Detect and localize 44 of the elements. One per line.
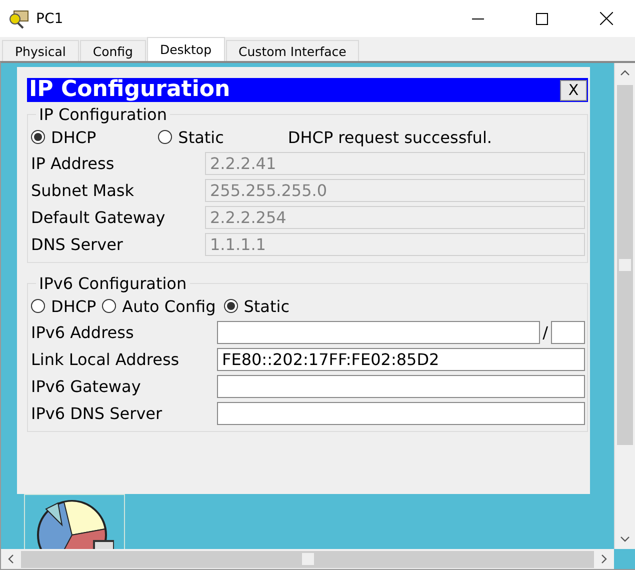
field-label: IPv6 Address [31, 323, 135, 342]
field-label: Default Gateway [31, 208, 166, 227]
window-title: PC1 [36, 10, 64, 26]
radio-option[interactable]: DHCP [31, 296, 96, 316]
radio-indicator[interactable] [31, 130, 45, 144]
close-icon [600, 12, 612, 25]
radio-option[interactable]: Auto Config [102, 296, 216, 316]
radio-option[interactable]: DHCP [31, 128, 96, 146]
tab[interactable]: Custom Interface [226, 40, 360, 61]
group-title: IPv6 Configuration [38, 274, 188, 293]
vertical-scrollbar[interactable] [614, 63, 635, 549]
input-field[interactable] [217, 402, 585, 425]
scroll-thumb[interactable] [21, 550, 594, 568]
input-field[interactable]: FE80::202:17FF:FE02:85D2 [217, 348, 585, 371]
field-label: IPv6 Gateway [31, 377, 142, 396]
close-button[interactable]: X [560, 80, 587, 100]
field-label: Subnet Mask [31, 181, 136, 200]
field-label: IPv6 DNS Server [31, 404, 164, 423]
radio-option[interactable]: Static [158, 128, 224, 146]
field-label: DNS Server [31, 235, 124, 254]
field-label: IP Address [31, 154, 116, 173]
maximize-icon [536, 12, 548, 24]
status-message: DHCP request successful. [288, 128, 492, 146]
chevron-up-icon [620, 68, 630, 78]
group-title: IP Configuration [38, 105, 168, 124]
chevron-right-icon [599, 554, 609, 564]
input-field[interactable] [217, 321, 540, 344]
chevron-down-icon [620, 534, 630, 544]
dialog-title: IP Configuration [29, 78, 230, 102]
separator: / [542, 323, 549, 342]
chevron-left-icon [6, 554, 16, 564]
prefix-field[interactable] [551, 321, 585, 344]
radio-option[interactable]: Static [224, 296, 290, 316]
radio-indicator[interactable] [102, 299, 116, 313]
radio-indicator[interactable] [224, 299, 238, 313]
tab[interactable]: Desktop [146, 37, 225, 61]
input-field[interactable] [217, 375, 585, 398]
tab[interactable]: Config [80, 40, 146, 61]
radio-indicator[interactable] [158, 130, 172, 144]
tab[interactable]: Physical [2, 40, 79, 61]
radio-indicator[interactable] [31, 299, 45, 313]
field-label: Link Local Address [31, 350, 180, 369]
scroll-thumb[interactable] [617, 85, 633, 445]
scrollbar-corner [614, 549, 635, 569]
